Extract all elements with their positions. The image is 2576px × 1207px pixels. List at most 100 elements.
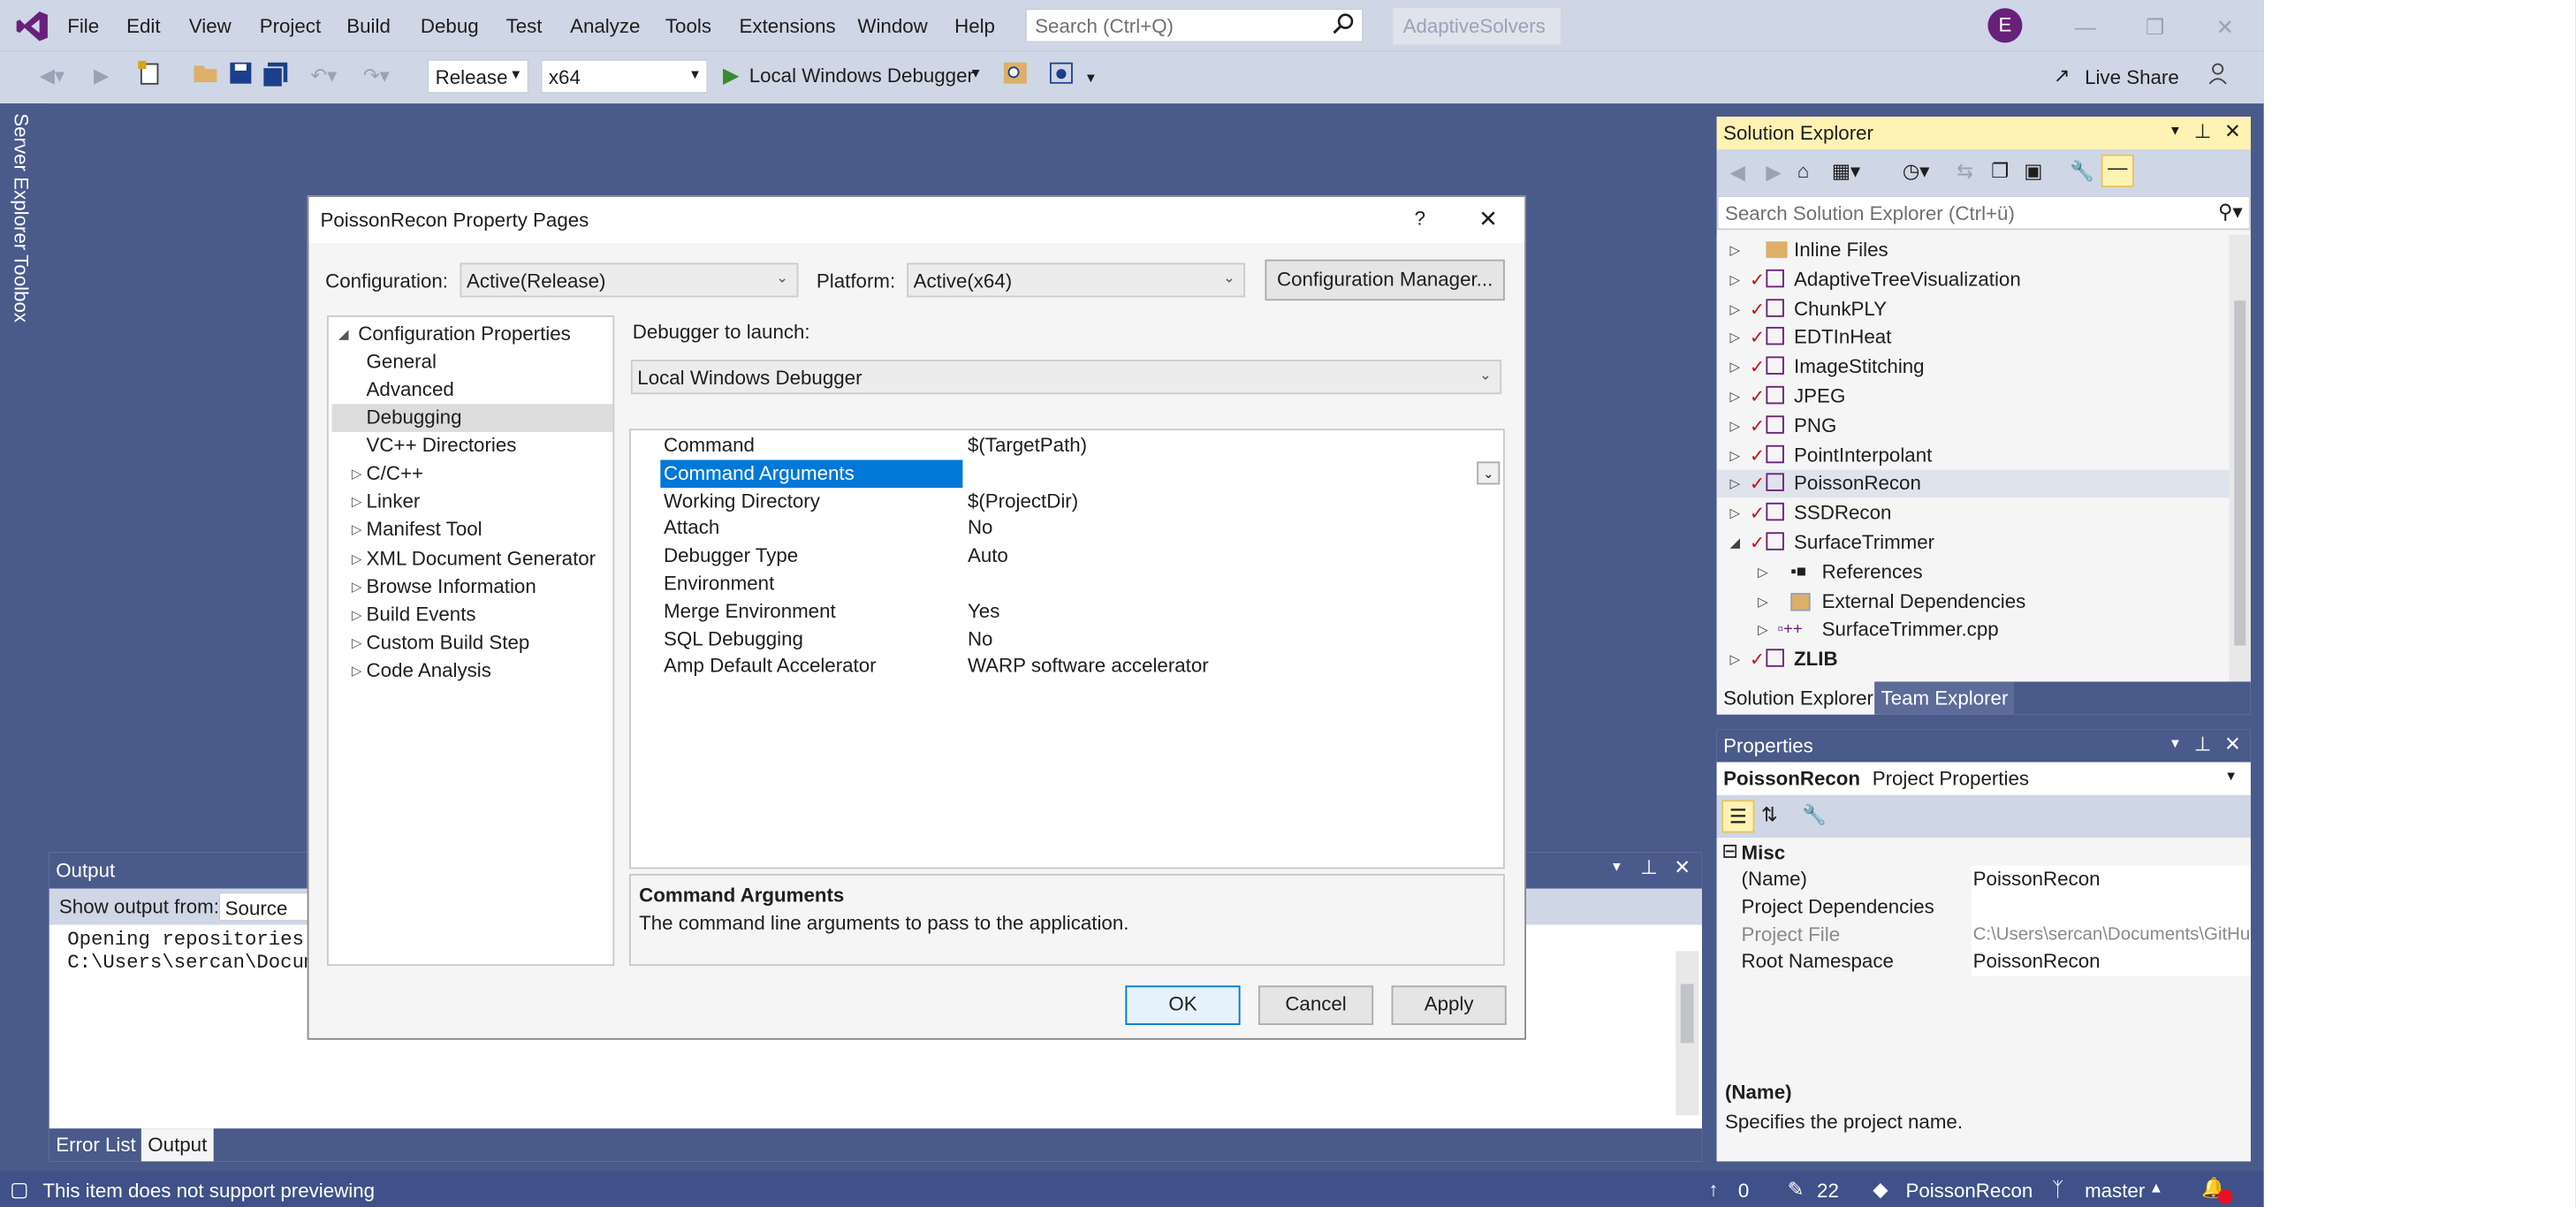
solution-item-external-dependencies[interactable]: ▷ External Dependencies [1717, 588, 2230, 616]
tree-item-general[interactable]: General [332, 348, 613, 376]
solution-item-png[interactable]: ▷ ✓ PNG [1717, 412, 2230, 440]
tab-output[interactable]: Output [141, 1128, 214, 1162]
unpushed-count[interactable]: 0 [1738, 1180, 1749, 1203]
grid-row[interactable]: Amp Default Accelerator WARP software acc… [631, 653, 1503, 681]
collapse-all-icon[interactable]: ❐ [1991, 159, 2009, 182]
tree-item-build-events[interactable]: ▷ Build Events [352, 601, 476, 629]
toolbar-overflow-icon[interactable]: ▼ [1084, 71, 1098, 86]
menu-window[interactable]: Window [857, 15, 927, 38]
grid-dropdown-button[interactable]: ⌄ [1477, 461, 1501, 485]
property-pages-icon[interactable]: 🔧 [1802, 803, 1827, 826]
grid-row[interactable]: Attach No [631, 515, 1503, 543]
solution-item-surfacetrimmer-cpp[interactable]: ▷ ▫++ SurfaceTrimmer.cpp [1717, 617, 2230, 645]
output-source-dropdown[interactable]: Source Co [218, 892, 317, 922]
search-input[interactable]: Search (Ctrl+Q) [1025, 8, 1364, 43]
property-row[interactable]: Project File C:\Users\sercan\Documents\Gi… [1717, 921, 2251, 949]
property-row[interactable]: Project Dependencies [1717, 892, 2251, 922]
live-share-button[interactable]: Live Share [2085, 65, 2179, 88]
collapse-icon[interactable]: ⊟ [1721, 839, 1738, 862]
chevron-up-icon[interactable]: ▲ [2149, 1180, 2164, 1196]
apply-button[interactable]: Apply [1391, 985, 1507, 1026]
menu-analyze[interactable]: Analyze [570, 15, 640, 38]
pin-icon[interactable]: ⊥ [2194, 120, 2211, 143]
menu-test[interactable]: Test [506, 15, 543, 38]
back-icon[interactable]: ◀ [1730, 161, 1745, 184]
tab-solution-explorer[interactable]: Solution Explorer [1716, 681, 1881, 715]
pending-changes-icon[interactable]: ◷▾ [1903, 159, 1930, 182]
start-debug-icon[interactable]: ▶ [723, 63, 740, 89]
debugger-dropdown[interactable]: Local Windows Debugger ⌄ [630, 360, 1502, 395]
solution-item-surfacetrimmer[interactable]: ◢ ✓ SurfaceTrimmer [1717, 529, 2230, 558]
restore-icon[interactable]: ❐ [2146, 15, 2165, 42]
close-icon[interactable]: ✕ [2224, 733, 2241, 755]
solution-item-chunkply[interactable]: ▷ ✓ ChunkPLY [1717, 295, 2230, 323]
redo-icon[interactable]: ↷▾ [363, 65, 390, 87]
alphabetical-icon[interactable]: ⇅ [1761, 803, 1778, 826]
grid-row[interactable]: Debugger Type Auto [631, 543, 1503, 571]
repo-name[interactable]: PoissonRecon [1905, 1180, 2033, 1203]
solution-item-references[interactable]: ▷ ▪■ References [1717, 558, 2230, 587]
tree-item-browse-information[interactable]: ▷ Browse Information [352, 573, 536, 601]
chevron-down-icon[interactable]: ▼ [2169, 123, 2182, 138]
output-scrollbar[interactable] [1676, 951, 1699, 1116]
show-all-files-icon[interactable]: ▣ [2024, 159, 2042, 182]
sync-icon[interactable]: ⇆ [1957, 159, 1973, 182]
solution-item-inline-files[interactable]: ▷ Inline Files [1717, 237, 2230, 265]
menu-debug[interactable]: Debug [421, 15, 479, 38]
tree-item-xml-document-generator[interactable]: ▷ XML Document Generator [352, 544, 596, 573]
pin-icon[interactable]: ⊥ [2194, 733, 2211, 755]
home-icon[interactable]: ⌂ [1797, 159, 1809, 182]
chevron-down-icon[interactable]: ▼ [969, 65, 983, 80]
solution-scrollbar[interactable] [2229, 234, 2251, 682]
solution-item-jpeg[interactable]: ▷ ✓ JPEG [1717, 383, 2230, 411]
cancel-button[interactable]: Cancel [1258, 985, 1374, 1026]
platform-dropdown[interactable]: Active(x64) ⌄ [907, 262, 1246, 298]
screenshot-icon[interactable] [1049, 62, 1073, 84]
new-project-icon[interactable] [138, 60, 161, 87]
grid-row[interactable]: SQL Debugging No [631, 626, 1503, 654]
grid-row[interactable]: Command Arguments ⌄ [631, 459, 1503, 488]
solution-explorer-search[interactable]: Search Solution Explorer (Ctrl+ü) ⚲▾ [1716, 195, 2251, 231]
live-share-icon[interactable]: ↗ [2054, 65, 2071, 87]
properties-object-dropdown[interactable]: PoissonRecon Project Properties ▼ [1716, 762, 2251, 795]
solution-item-poissonrecon[interactable]: ▷ ✓ PoissonRecon [1716, 470, 2230, 499]
configuration-dropdown[interactable]: Release ▼ [427, 58, 529, 94]
solution-item-imagestitching[interactable]: ▷ ✓ ImageStitching [1717, 353, 2230, 382]
close-window-icon[interactable]: ✕ [2216, 15, 2234, 42]
feedback-icon[interactable] [2207, 61, 2234, 87]
menu-project[interactable]: Project [260, 15, 321, 38]
ok-button[interactable]: OK [1125, 985, 1241, 1026]
server-explorer-tab[interactable]: Server Explorer [10, 113, 33, 250]
account-avatar[interactable]: E [1987, 8, 2023, 43]
open-file-icon[interactable] [194, 63, 218, 84]
tree-item-linker[interactable]: ▷ Linker [352, 488, 420, 516]
tree-item-configuration-properties[interactable]: ◢ Configuration Properties [338, 321, 571, 349]
tab-error-list[interactable]: Error List [56, 1134, 136, 1157]
undo-icon[interactable]: ↶▾ [310, 65, 337, 87]
tree-item-debugging[interactable]: Debugging [331, 404, 613, 432]
chevron-down-icon[interactable]: ▼ [2169, 736, 2182, 751]
minimize-icon[interactable]: — [2075, 15, 2096, 40]
find-in-files-icon[interactable] [1003, 62, 1027, 84]
toolbox-tab[interactable]: Toolbox [10, 254, 33, 323]
property-row[interactable]: Root Namespace PoissonRecon [1717, 948, 2251, 976]
tree-item-custom-build-step[interactable]: ▷ Custom Build Step [352, 629, 529, 657]
preview-selected-icon[interactable]: — [2101, 154, 2134, 187]
menu-file[interactable]: File [67, 15, 99, 38]
changes-count[interactable]: 22 [1817, 1180, 1839, 1203]
menu-help[interactable]: Help [954, 15, 995, 38]
start-debugger-button[interactable]: Local Windows Debugger [749, 65, 974, 87]
property-row[interactable]: (Name) PoissonRecon [1717, 865, 2251, 894]
configuration-manager-button[interactable]: Configuration Manager... [1265, 259, 1505, 301]
solution-item-adaptivetreevisualization[interactable]: ▷ ✓ AdaptiveTreeVisualization [1717, 266, 2230, 294]
grid-row[interactable]: Environment [631, 570, 1503, 598]
grid-row[interactable]: Command $(TargetPath) [631, 432, 1503, 460]
configuration-dropdown[interactable]: Active(Release) ⌄ [460, 262, 799, 298]
close-icon[interactable]: ✕ [1478, 205, 1498, 233]
tree-item-advanced[interactable]: Advanced [332, 376, 613, 405]
forward-icon[interactable]: ▶ [1766, 161, 1781, 184]
menu-view[interactable]: View [189, 15, 232, 38]
tree-item-code-analysis[interactable]: ▷ Code Analysis [352, 657, 491, 686]
solution-item-pointinterpolant[interactable]: ▷ ✓ PointInterpolant [1717, 441, 2230, 469]
menu-build[interactable]: Build [346, 15, 391, 38]
